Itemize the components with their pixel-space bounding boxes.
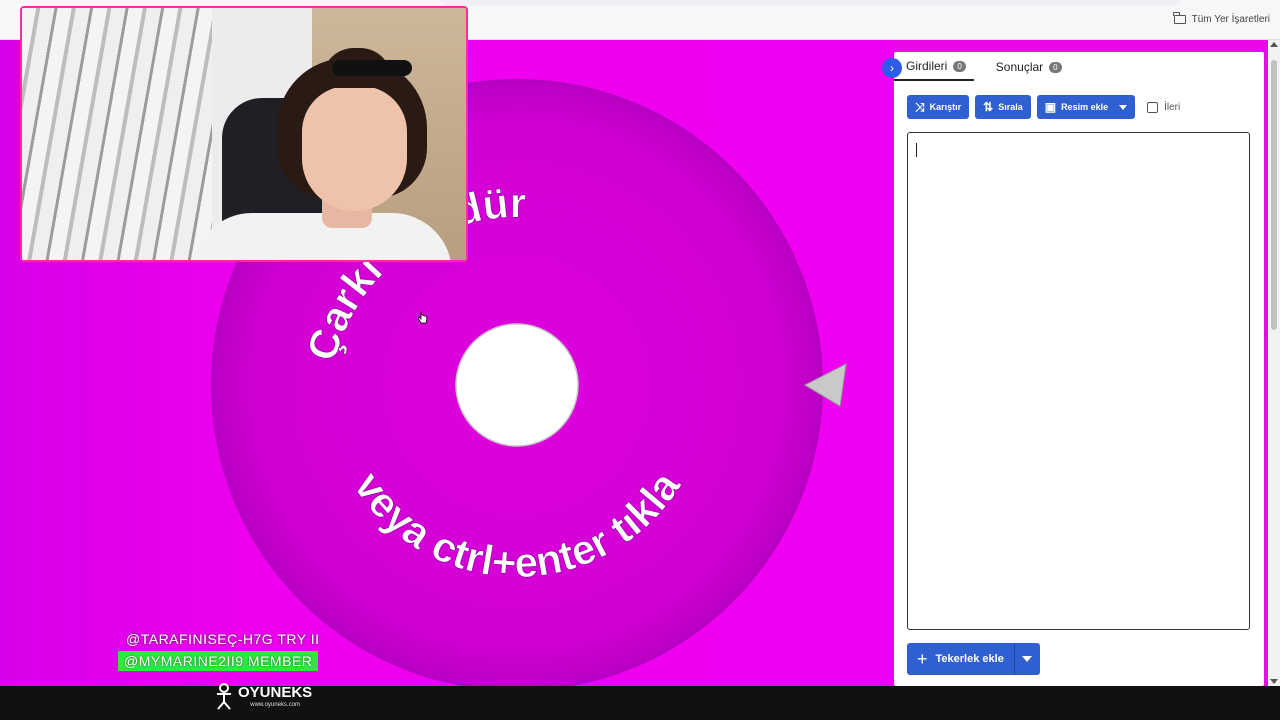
tab-entries[interactable]: › Girdileri 0 — [882, 58, 974, 81]
tab-results-label: Sonuçlar — [995, 60, 1044, 74]
address-bar[interactable] — [440, 0, 1180, 6]
alert-line-2: @MYMARINE2II9 MEMBER — [118, 651, 319, 671]
advanced-label: İleri — [1164, 101, 1181, 113]
oyuneks-figure-icon — [217, 683, 231, 710]
webcam-overlay — [20, 6, 468, 262]
scrollbar-thumb[interactable] — [1271, 60, 1277, 330]
wheel-center — [455, 323, 579, 447]
scroll-down-arrow-icon[interactable] — [1270, 679, 1278, 684]
shuffle-button[interactable]: ⤨ Karıştır — [907, 95, 970, 119]
logo-sub: www.oyuneks.com — [250, 702, 300, 708]
hand-cursor-icon — [418, 311, 428, 324]
stream-alert: @TARAFINISEÇ-H7G TRY II @MYMARINE2II9 ME… — [118, 629, 328, 671]
tab-entries-count: 0 — [953, 60, 966, 72]
add-wheel-group: + Tekerlek ekle — [907, 643, 1040, 675]
stream-bottom-bar — [0, 686, 1280, 720]
add-image-label: Resim ekle — [1061, 102, 1109, 112]
chevron-down-icon — [1119, 104, 1128, 110]
entries-toolbar: ⤨ Karıştır ⇅ Sırala ▣ Resim ekle İleri — [907, 95, 1180, 119]
alert-line-1: @TARAFINISEÇ-H7G TRY II — [126, 631, 320, 647]
sort-icon: ⇅ — [983, 100, 994, 114]
image-icon: ▣ — [1044, 100, 1057, 114]
all-bookmarks-button[interactable]: Tüm Yer İşaretleri — [1173, 12, 1270, 25]
logo-brand: OYUNEKS — [238, 684, 313, 701]
add-wheel-dropdown-button[interactable] — [1013, 643, 1040, 675]
checkbox-box[interactable] — [1147, 101, 1159, 113]
entries-panel: › Girdileri 0 Sonuçlar 0 ⤨ Karıştır ⇅ Sı… — [882, 52, 1264, 686]
chevron-down-icon — [1022, 656, 1033, 662]
folder-icon — [1173, 12, 1186, 24]
advanced-checkbox[interactable]: İleri — [1147, 101, 1181, 113]
add-wheel-label: Tekerlek ekle — [935, 653, 1004, 665]
oyuneks-logo: OYUNEKS www.oyuneks.com — [214, 682, 312, 710]
tab-results[interactable]: Sonuçlar 0 — [996, 60, 1062, 80]
sort-button[interactable]: ⇅ Sırala — [975, 95, 1031, 119]
tab-entries-label: Girdileri — [906, 59, 948, 73]
sort-label: Sırala — [998, 102, 1023, 112]
add-image-button[interactable]: ▣ Resim ekle — [1036, 95, 1136, 119]
shuffle-icon: ⤨ — [915, 99, 925, 114]
text-caret — [916, 143, 917, 157]
collapse-panel-chevron-icon[interactable]: › — [882, 58, 902, 78]
page-scrollbar[interactable] — [1268, 40, 1280, 686]
panel-tabs: › Girdileri 0 Sonuçlar 0 — [882, 58, 1084, 82]
scroll-up-arrow-icon[interactable] — [1270, 42, 1278, 47]
shuffle-label: Karıştır — [929, 102, 962, 112]
tab-results-count: 0 — [1049, 61, 1062, 73]
entries-textarea[interactable] — [907, 132, 1250, 630]
plus-icon: + — [917, 648, 928, 669]
add-wheel-button[interactable]: + Tekerlek ekle — [907, 643, 1014, 675]
bookmarks-label: Tüm Yer İşaretleri — [1191, 14, 1270, 25]
